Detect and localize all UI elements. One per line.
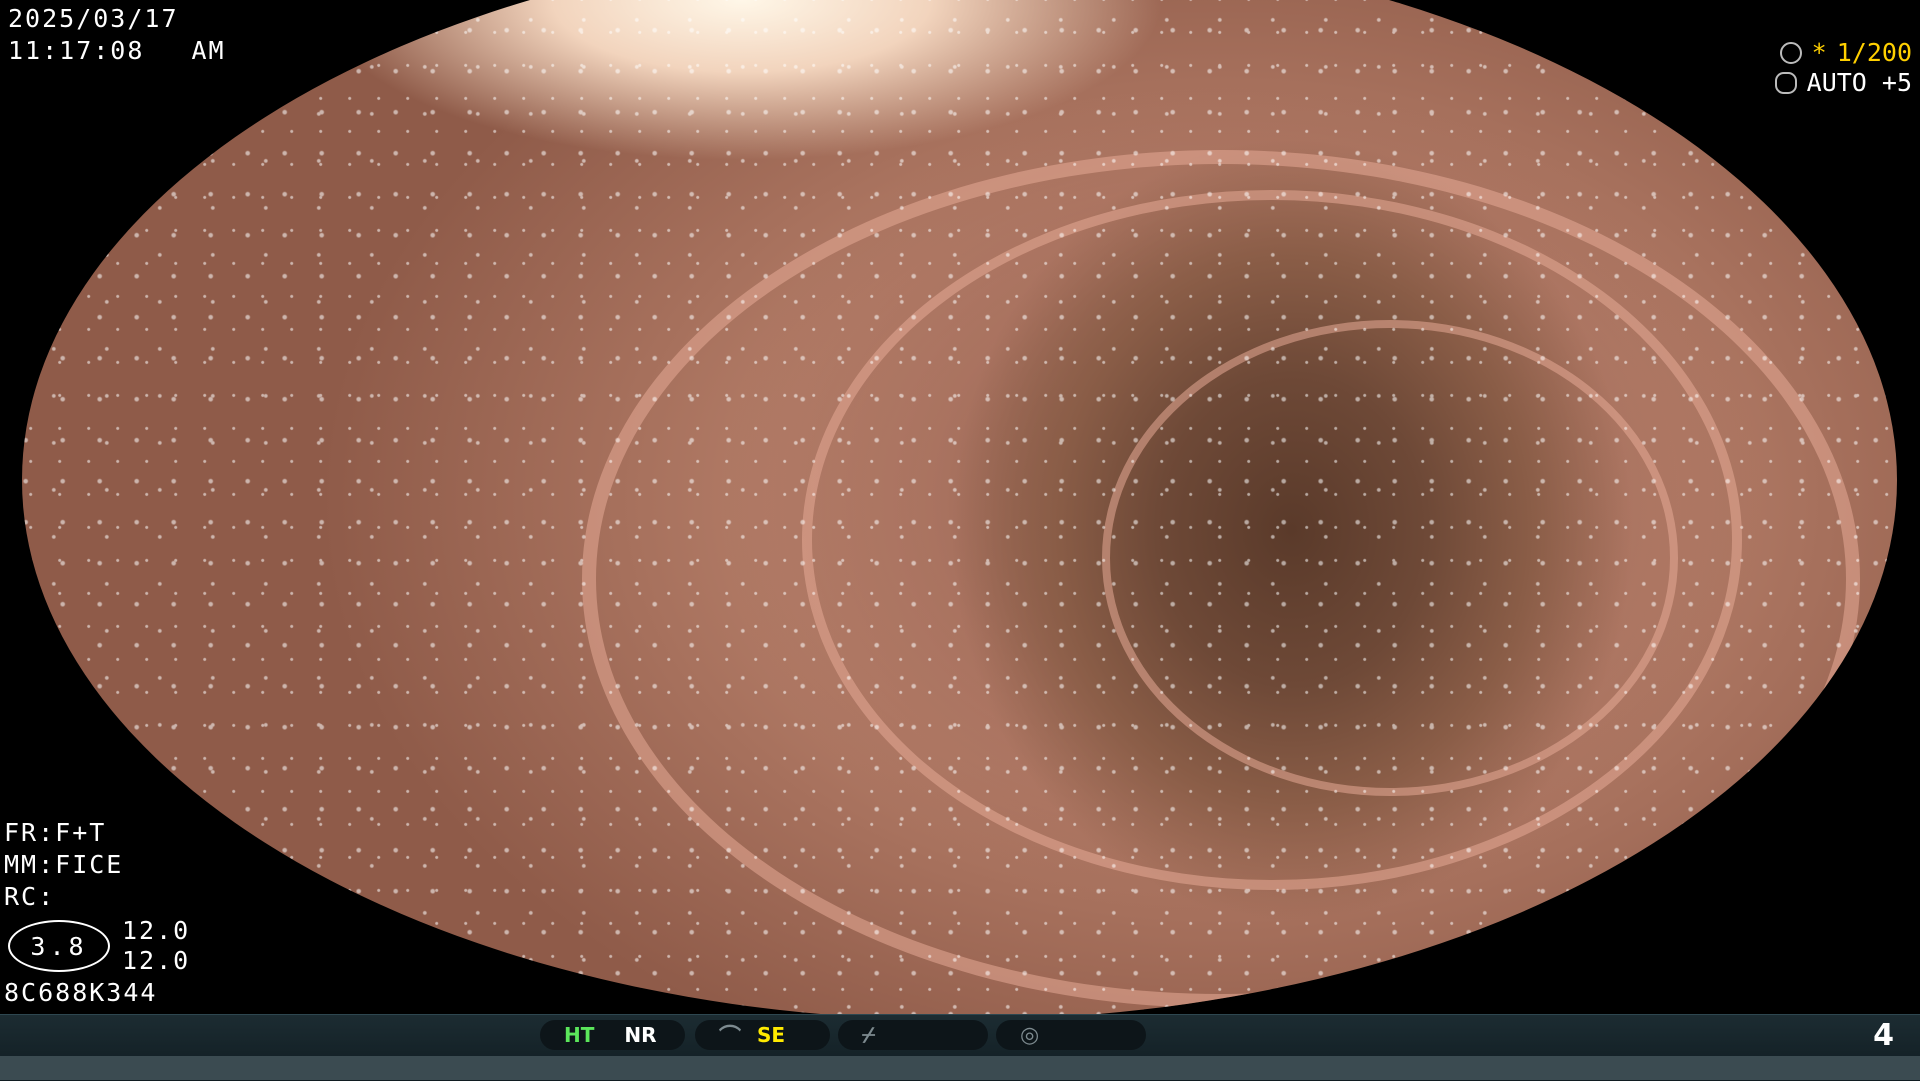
nr-indicator: NR — [624, 1023, 657, 1047]
shutter-readout: * 1/200 — [1779, 38, 1912, 67]
status-strip — [0, 1056, 1920, 1080]
mm-label: MM:FICE — [4, 850, 124, 879]
shutter-value: 1/200 — [1836, 38, 1912, 67]
ht-indicator: HT — [564, 1023, 595, 1047]
value-bottom: 12.0 — [122, 946, 191, 975]
endoscope-image — [22, 0, 1897, 1020]
slash-curve-icon: ⌿ — [862, 1022, 876, 1048]
se-indicator: SE — [757, 1023, 786, 1047]
mucosal-reflections — [22, 0, 1897, 1020]
time-value: 11:17:08 — [8, 36, 145, 65]
value-top: 12.0 — [122, 916, 191, 945]
curve-icon: ⌒ — [719, 1025, 742, 1050]
iris-value: AUTO +5 — [1806, 68, 1912, 97]
iris-readout: AUTO +5 — [1774, 68, 1912, 97]
page-number: 4 — [1873, 1018, 1894, 1053]
ampm-value: AM — [191, 36, 226, 65]
fr-label: FR:F+T — [4, 818, 107, 847]
serial-number: 8C688K344 — [4, 978, 158, 1007]
zoom-bubble: 3.8 — [8, 920, 110, 972]
mode-group: ◎ — [996, 1020, 1146, 1050]
ht-nr-group: HT NR — [540, 1020, 685, 1050]
date-label: 2025/03/17 — [8, 4, 179, 33]
iris-icon — [1774, 71, 1797, 94]
shutter-prefix: * — [1811, 38, 1827, 67]
rc-label: RC: — [4, 882, 56, 911]
time-label: 11:17:08 AM — [8, 38, 226, 63]
waveform-icon: ◎ — [1020, 1022, 1040, 1048]
zoom-value: 3.8 — [30, 931, 88, 961]
aperture-icon — [1779, 41, 1802, 64]
se-group: ⌒ SE — [695, 1020, 830, 1050]
slash-group: ⌿ — [838, 1020, 988, 1050]
